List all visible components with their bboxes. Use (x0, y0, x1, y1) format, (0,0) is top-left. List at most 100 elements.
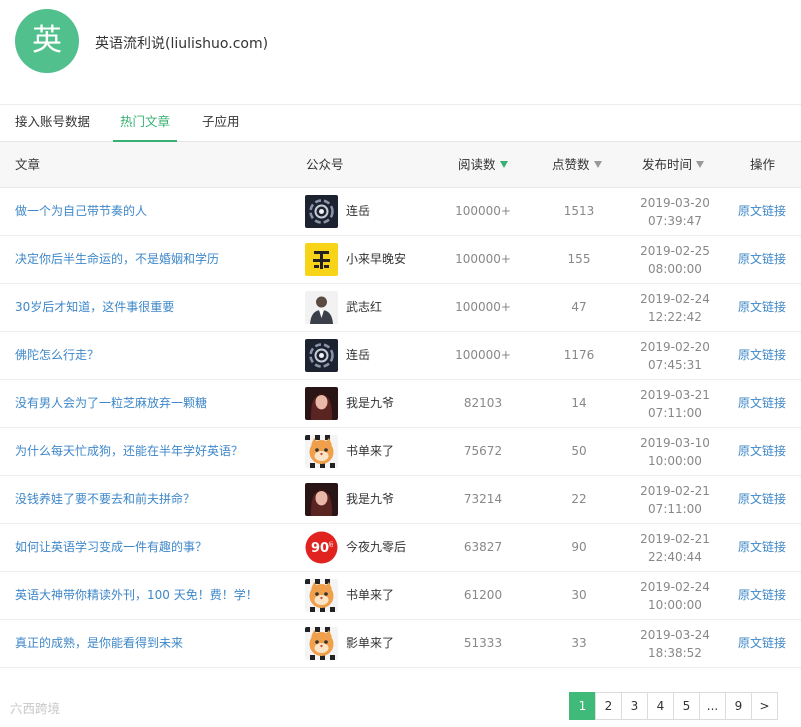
article-title-link[interactable]: 没有男人会为了一粒芝麻放弃一颗糖 (15, 380, 207, 427)
table-body: 做一个为自己带节奏的人 连岳 100000+ 1513 2019-03-20 07:39:… (0, 188, 801, 668)
svg-text:90: 90 (311, 541, 329, 556)
read-count: 82103 (463, 396, 503, 410)
table-row: 决定你后半生命运的，不是婚姻和学历 小来早晚安 100000+ 155 2019-02-… (0, 236, 801, 284)
account-name: 今夜九零后 (346, 540, 407, 554)
article-title-link[interactable]: 如何让英语学习变成一件有趣的事？ (15, 524, 207, 571)
like-count: 33 (571, 636, 587, 650)
table-row: 做一个为自己带节奏的人 连岳 100000+ 1513 2019-03-20 07:39:… (0, 188, 801, 236)
article-title-link[interactable]: 佛陀怎么行走？ (15, 332, 99, 379)
publish-date: 2019-02-24 (640, 292, 710, 306)
table-row: 真正的成熟，是你能看得到未来 影单来了 51333 33 2019-03-24 18:38… (0, 620, 801, 668)
original-link[interactable]: 原文链接 (738, 332, 786, 379)
account-name: 连岳 (346, 204, 371, 218)
article-title-link[interactable]: 30岁后才知道，这件事很重要 (15, 284, 174, 331)
original-link[interactable]: 原文链接 (738, 380, 786, 427)
publish-time: 12:22:42 (648, 310, 702, 324)
original-link[interactable]: 原文链接 (738, 524, 786, 571)
woman-avatar (305, 483, 338, 516)
like-count: 14 (571, 396, 587, 410)
account-name: 武志红 (346, 300, 383, 314)
article-title-link[interactable]: 为什么每天忙成狗，还能在半年学好英语？ (15, 428, 243, 475)
column-article: 文章 (15, 157, 41, 172)
original-link[interactable]: 原文链接 (738, 620, 786, 667)
original-link[interactable]: 原文链接 (738, 284, 786, 331)
like-count: 47 (571, 300, 587, 314)
publish-datetime: 2019-02-21 07:11:00 (625, 476, 725, 523)
page-button-5[interactable]: 5 (673, 692, 700, 720)
table-row: 没有男人会为了一粒芝麻放弃一颗糖 我是九爷 82103 14 2019-03-21 07:… (0, 380, 801, 428)
original-link[interactable]: 原文链接 (738, 572, 786, 619)
article-title-link[interactable]: 英语大神带你精读外刊，100 天免！费！学！ (15, 572, 258, 619)
column-likes-sort[interactable]: 点赞数 (552, 142, 602, 188)
publish-datetime: 2019-03-24 18:38:52 (625, 620, 725, 667)
account-name: 书单来了 (346, 444, 395, 458)
publish-date: 2019-03-21 (640, 388, 710, 402)
table-row: 英语大神带你精读外刊，100 天免！费！学！ 书单来了 61200 30 2019-02… (0, 572, 801, 620)
page-button-4[interactable]: 4 (647, 692, 674, 720)
account-name: 连岳 (346, 348, 371, 362)
account-name: 小来早晚安 (346, 252, 407, 266)
page-button-1[interactable]: 1 (569, 692, 596, 720)
portrait-avatar (305, 291, 338, 324)
table-row: 为什么每天忙成狗，还能在半年学好英语？ 书单来了 75672 50 2019-03-10… (0, 428, 801, 476)
article-title-link[interactable]: 真正的成熟，是你能看得到未来 (15, 620, 183, 667)
article-title-link[interactable]: 决定你后半生命运的，不是婚姻和学历 (15, 236, 219, 283)
publish-time: 07:45:31 (648, 358, 702, 372)
tab-sub-apps[interactable]: 子应用 (202, 105, 240, 142)
original-link[interactable]: 原文链接 (738, 476, 786, 523)
publish-datetime: 2019-02-21 22:40:44 (625, 524, 725, 571)
tab-account-data[interactable]: 接入账号数据 (15, 105, 90, 142)
sort-desc-icon (696, 161, 705, 168)
page-button-2[interactable]: 2 (595, 692, 622, 720)
read-count: 61200 (463, 588, 503, 602)
publish-datetime: 2019-02-24 12:22:42 (625, 284, 725, 331)
cat-avatar (305, 627, 338, 660)
column-action: 操作 (750, 157, 776, 172)
read-count: 100000+ (455, 348, 511, 362)
red-90-avatar: 90 后 (305, 531, 338, 564)
publish-datetime: 2019-03-21 07:11:00 (625, 380, 725, 427)
original-link[interactable]: 原文链接 (738, 428, 786, 475)
column-published-sort[interactable]: 发布时间 (642, 142, 705, 188)
svg-text:后: 后 (328, 541, 333, 548)
read-count: 51333 (463, 636, 503, 650)
page-button-9[interactable]: 9 (725, 692, 752, 720)
page-ellipsis: ... (699, 692, 726, 720)
column-reads-sort[interactable]: 阅读数 (458, 142, 508, 188)
watermark: 六西跨境 (10, 701, 61, 716)
publish-date: 2019-02-21 (640, 484, 710, 498)
table-header: 文章 公众号 阅读数 点赞数 发布时间 操作 (0, 142, 801, 188)
original-link[interactable]: 原文链接 (738, 188, 786, 235)
publish-date: 2019-03-20 (640, 196, 710, 210)
account-name: 我是九爷 (346, 396, 395, 410)
table-row: 没钱养娃了要不要去和前夫拼命？ 我是九爷 73214 22 2019-02-21 07:1… (0, 476, 801, 524)
publish-time: 22:40:44 (648, 550, 702, 564)
publish-date: 2019-02-21 (640, 532, 710, 546)
sort-desc-icon (499, 161, 508, 168)
like-count: 22 (571, 492, 587, 506)
next-page-button[interactable]: > (751, 692, 778, 720)
read-count: 100000+ (455, 300, 511, 314)
article-title-link[interactable]: 没钱养娃了要不要去和前夫拼命？ (15, 476, 195, 523)
tab-bar: 接入账号数据 热门文章 子应用 (0, 105, 801, 142)
like-count: 1176 (563, 348, 595, 362)
page-button-3[interactable]: 3 (621, 692, 648, 720)
publish-datetime: 2019-02-25 08:00:00 (625, 236, 725, 283)
publish-time: 08:00:00 (648, 262, 702, 276)
read-count: 75672 (463, 444, 503, 458)
publish-time: 10:00:00 (648, 454, 702, 468)
sort-desc-icon (593, 161, 602, 168)
publish-time: 07:11:00 (648, 406, 702, 420)
account-name: 影单来了 (346, 636, 395, 650)
tab-hot-articles[interactable]: 热门文章 (113, 105, 177, 142)
publish-date: 2019-02-25 (640, 244, 710, 258)
table-row: 30岁后才知道，这件事很重要 武志红 100000+ 47 2019-02-24 12:2… (0, 284, 801, 332)
like-count: 30 (571, 588, 587, 602)
publish-time: 07:11:00 (648, 502, 702, 516)
article-title-link[interactable]: 做一个为自己带节奏的人 (15, 188, 147, 235)
app-header: 英 英语流利说(liulishuo.com) (0, 0, 801, 105)
original-link[interactable]: 原文链接 (738, 236, 786, 283)
app-logo: 英 (15, 9, 79, 73)
publish-time: 07:39:47 (648, 214, 702, 228)
cat-avatar (305, 435, 338, 468)
